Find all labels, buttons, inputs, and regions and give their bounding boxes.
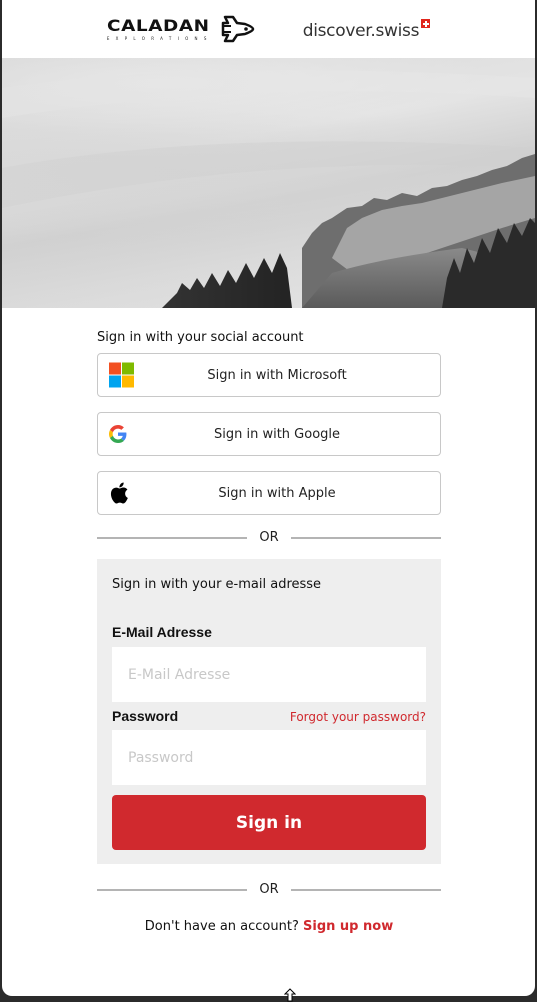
apple-signin-button[interactable]: Sign in with Apple: [97, 471, 441, 515]
caladan-logo: CALADAN EXPLORATIONS: [107, 13, 255, 45]
divider-line: [97, 536, 248, 539]
login-content: Sign in with your social account Sign in…: [2, 330, 535, 934]
signup-link[interactable]: Sign up now: [303, 919, 393, 934]
resize-cursor-icon: [284, 988, 296, 1002]
header: CALADAN EXPLORATIONS discover.swiss: [2, 0, 535, 58]
email-signin-panel: Sign in with your e-mail adresse E-Mail …: [97, 559, 441, 864]
microsoft-signin-button[interactable]: Sign in with Microsoft: [97, 353, 441, 397]
space-shuttle-icon: [221, 15, 254, 43]
signup-prompt: Don't have an account?: [144, 919, 299, 934]
signup-row: Don't have an account? Sign up now: [97, 919, 441, 934]
or-text: OR: [259, 530, 279, 545]
discover-swiss-logo: discover.swiss: [302, 17, 431, 41]
password-label: Password: [112, 708, 179, 724]
divider-line: [290, 888, 442, 891]
email-input[interactable]: [112, 647, 426, 702]
or-text: OR: [259, 882, 279, 897]
social-title: Sign in with your social account: [97, 330, 304, 345]
email-signin-title: Sign in with your e-mail adresse: [112, 577, 322, 592]
microsoft-icon: [109, 362, 134, 388]
email-label: E-Mail Adresse: [112, 624, 212, 640]
hero-landscape: [2, 58, 535, 308]
apple-icon: [109, 482, 129, 505]
divider-line: [290, 536, 442, 539]
divider-line: [97, 888, 248, 891]
google-signin-label: Sign in with Google: [213, 426, 341, 442]
desktop-background-strip: [0, 996, 537, 1002]
hero-image: [2, 58, 535, 308]
caladan-logo-subtitle: EXPLORATIONS: [106, 35, 213, 41]
microsoft-signin-label: Sign in with Microsoft: [207, 367, 347, 383]
swiss-flag-icon: [421, 19, 431, 28]
forgot-password-link[interactable]: Forgot your password?: [290, 710, 426, 724]
or-divider: OR: [97, 530, 442, 545]
password-input[interactable]: [112, 730, 426, 785]
discover-swiss-logo-text: discover.swiss: [302, 21, 420, 41]
caladan-logo-name: CALADAN: [106, 15, 210, 35]
login-window: CALADAN EXPLORATIONS discover.swiss Sign…: [2, 0, 535, 996]
apple-signin-label: Sign in with Apple: [218, 485, 336, 501]
google-signin-button[interactable]: Sign in with Google: [97, 412, 441, 456]
google-icon: [109, 425, 127, 443]
or-divider-bottom: OR: [97, 882, 442, 897]
sign-in-button[interactable]: Sign in: [112, 795, 426, 850]
